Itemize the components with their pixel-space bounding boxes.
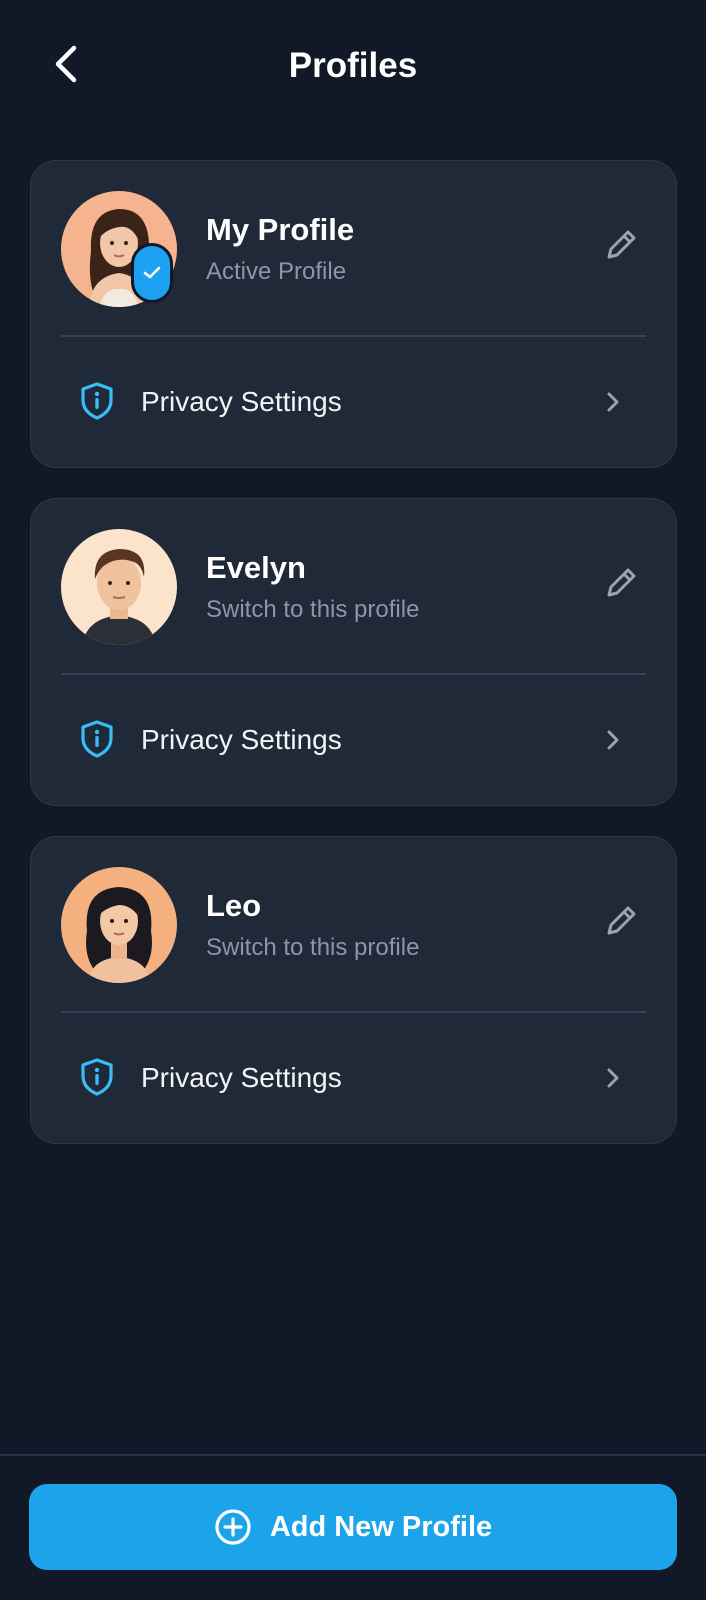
shield-info-icon xyxy=(81,1058,113,1096)
profile-switch-row[interactable]: Evelyn Switch to this profile xyxy=(31,499,676,674)
pencil-icon xyxy=(607,906,636,935)
add-new-profile-button[interactable]: Add New Profile xyxy=(29,1484,677,1570)
avatar xyxy=(61,867,177,983)
privacy-settings-label: Privacy Settings xyxy=(141,724,342,755)
profile-switch-row[interactable]: Leo Switch to this profile xyxy=(31,837,676,1012)
footer-divider xyxy=(0,1454,706,1456)
privacy-settings-label: Privacy Settings xyxy=(141,386,342,417)
active-check-badge xyxy=(131,243,173,303)
profile-name: My Profile xyxy=(206,212,355,247)
edit-profile-button[interactable] xyxy=(599,223,643,267)
avatar xyxy=(61,529,177,645)
profile-switch-row[interactable]: My Profile Active Profile xyxy=(31,161,676,336)
privacy-settings-row[interactable]: Privacy Settings xyxy=(31,1013,676,1143)
shield-info-icon xyxy=(81,382,113,420)
profile-card-leo: Leo Switch to this profile Privacy Setti… xyxy=(30,836,677,1144)
top-bar: Profiles xyxy=(0,0,706,132)
profile-name: Leo xyxy=(206,888,262,923)
pencil-icon xyxy=(607,230,636,259)
check-icon xyxy=(143,266,161,279)
profile-status: Switch to this profile xyxy=(206,596,420,623)
profile-status: Switch to this profile xyxy=(206,934,420,961)
page-title: Profiles xyxy=(288,46,418,85)
edit-profile-button[interactable] xyxy=(599,561,643,605)
edit-profile-button[interactable] xyxy=(599,899,643,943)
profile-card-evelyn: Evelyn Switch to this profile Privacy Se… xyxy=(30,498,677,806)
privacy-settings-row[interactable]: Privacy Settings xyxy=(31,337,676,467)
shield-info-icon xyxy=(81,720,113,758)
profile-status: Active Profile xyxy=(206,258,347,285)
chevron-right-icon xyxy=(607,1068,619,1088)
plus-circle-icon xyxy=(215,1509,251,1545)
privacy-settings-label: Privacy Settings xyxy=(141,1062,342,1093)
pencil-icon xyxy=(607,568,636,597)
chevron-right-icon xyxy=(607,730,619,750)
privacy-settings-row[interactable]: Privacy Settings xyxy=(31,675,676,805)
profiles-screen: Profiles My Profile Active Profile Priva… xyxy=(0,0,706,1600)
profile-name: Evelyn xyxy=(206,550,306,585)
add-new-profile-label: Add New Profile xyxy=(269,1511,493,1543)
profile-card-my-profile: My Profile Active Profile Privacy Settin… xyxy=(30,160,677,468)
chevron-right-icon xyxy=(607,392,619,412)
